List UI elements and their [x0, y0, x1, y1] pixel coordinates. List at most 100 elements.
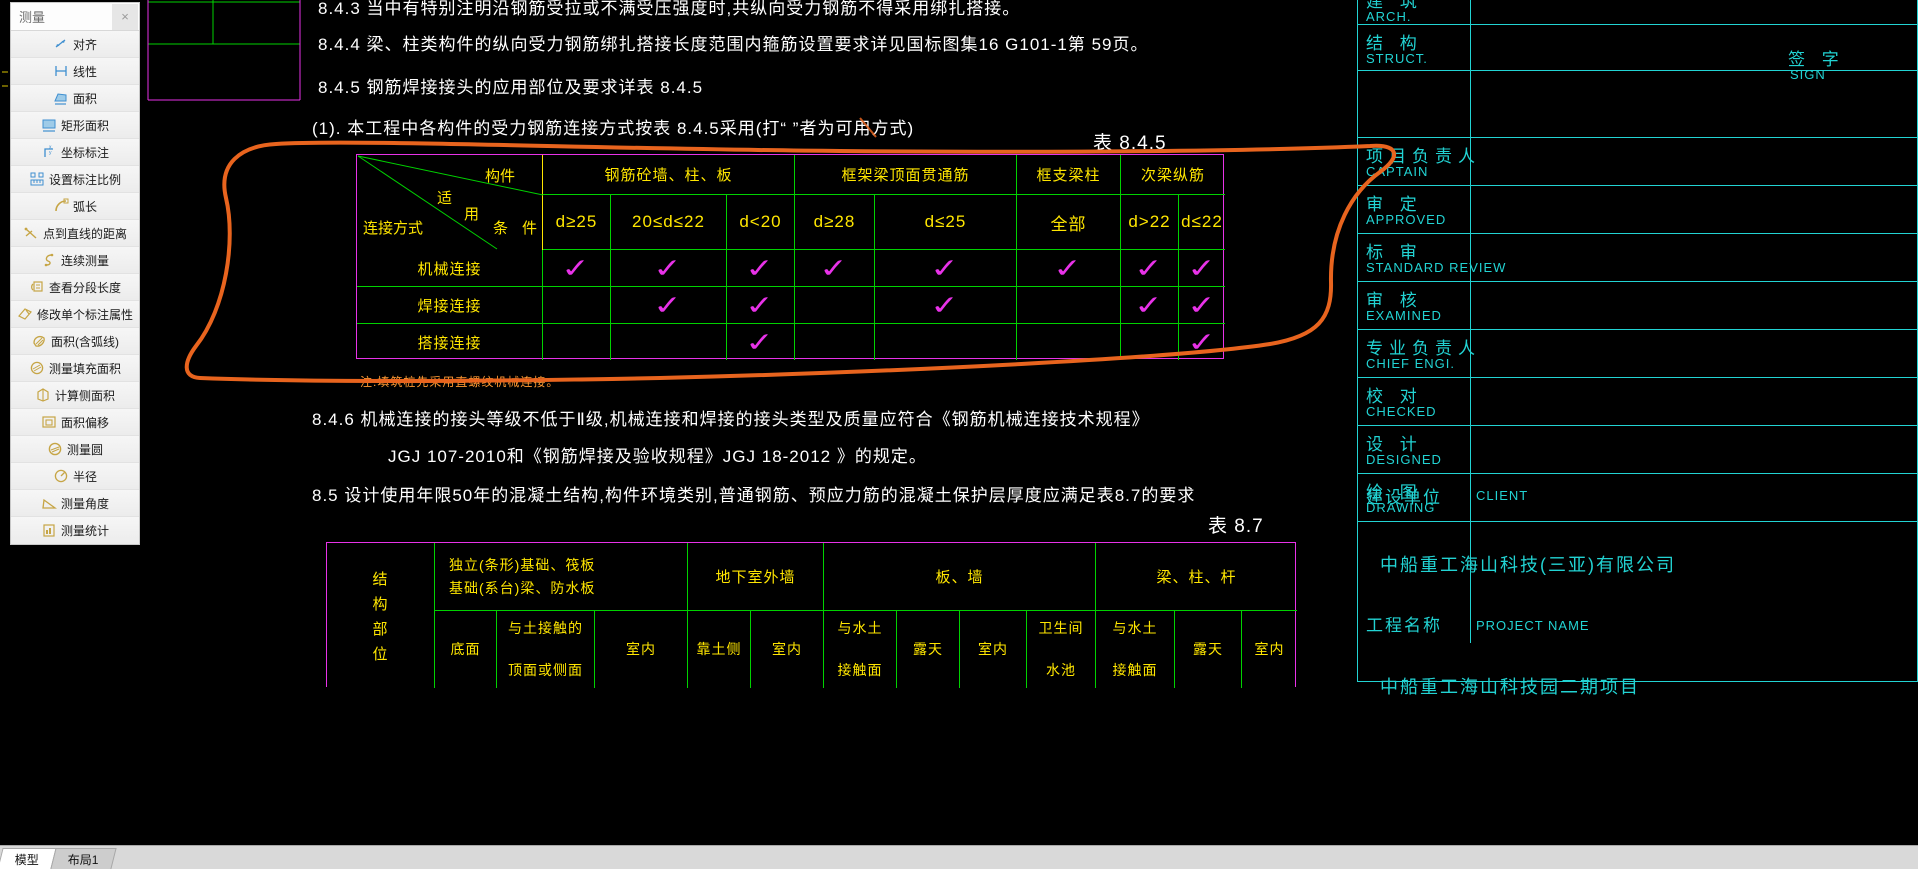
tab-label: 布局1	[67, 852, 99, 867]
tab-布局1[interactable]: 布局1	[50, 848, 117, 869]
t845-cell-r2-c0	[543, 324, 611, 360]
t87-group-header-0-line2: 基础(系台)梁、防水板	[449, 579, 596, 596]
t87-column-line: 室内	[1254, 641, 1285, 657]
title-block-sign-en: SIGN	[1790, 67, 1826, 82]
measure-item-修改单个标注属性[interactable]: 修改单个标注属性	[11, 301, 139, 328]
title-block-row-9	[1358, 426, 1918, 474]
t845-column-7: d≤22	[1179, 195, 1225, 250]
measure-item-测量填充面积[interactable]: 测量填充面积	[11, 355, 139, 382]
segment-length-icon	[29, 279, 45, 295]
measure-item-测量统计[interactable]: 测量统计	[11, 517, 139, 544]
t845-column-6: d>22	[1121, 195, 1179, 250]
measure-item-查看分段长度[interactable]: 查看分段长度	[11, 274, 139, 301]
t87-column-4: 室内	[751, 611, 824, 688]
t845-column-0: d≥25	[543, 195, 611, 250]
measure-item-面积(含弧线)[interactable]: 面积(含弧线)	[11, 328, 139, 355]
area-icon	[53, 90, 69, 106]
t845-cell-r1-c3	[795, 287, 875, 324]
t87-column-10: 露天	[1175, 611, 1242, 688]
cad-canvas[interactable]: 8.4.3 当中有特别注明沿钢筋受拉或不满受压强度时,共纵向受力钢筋不得采用绑扎…	[0, 0, 1918, 869]
t87-group-header-1: 地下室外墙	[688, 543, 824, 611]
measure-panel[interactable]: 测量 × 对齐 线性 面积 矩形面积 x y 坐标标注 设置标注比例弧长点到直线的距离 连续测量…	[10, 2, 140, 545]
measure-item-label: 测量填充面积	[48, 361, 121, 376]
title-block-label-en-9: DESIGNED	[1366, 452, 1442, 467]
measure-item-测量圆[interactable]: 测量圆	[11, 436, 139, 463]
check-icon: ✓	[743, 326, 778, 358]
paragraph-846-cont: JGJ 107-2010和《钢筋焊接及验收规程》JGJ 18-2012 》的规定…	[388, 447, 927, 466]
t87-column-line: 卫生间	[1038, 620, 1084, 636]
t87-column-line: 水池	[1046, 662, 1076, 678]
t845-corner-diagonals	[357, 155, 544, 250]
measure-item-测量角度[interactable]: 测量角度	[11, 490, 139, 517]
t845-cell-r0-c7: ✓	[1179, 250, 1225, 287]
t87-row-label-3: 位	[372, 645, 389, 663]
t87-row-label-0: 结	[372, 570, 389, 588]
t845-column-5: 全部	[1017, 195, 1121, 250]
title-block-label-en-5: STANDARD REVIEW	[1366, 260, 1507, 275]
check-icon: ✓	[817, 252, 852, 284]
t845-column-2: d<20	[727, 195, 795, 250]
table-87: 结 构 部 位 独立(条形)基础、筏板 基础(系台)梁、防水板 地下室外墙 板、…	[326, 542, 1297, 688]
measure-item-连续测量[interactable]: 连续测量	[11, 247, 139, 274]
measure-item-list[interactable]: 对齐 线性 面积 矩形面积 x y 坐标标注 设置标注比例弧长点到直线的距离 连续测量查看分段长…	[11, 31, 139, 544]
title-block-label-en-8: CHECKED	[1366, 404, 1437, 419]
t87-column-line: 接触面	[837, 662, 883, 678]
t87-column-line: 底面	[450, 641, 481, 657]
close-icon[interactable]: ×	[112, 3, 138, 30]
t845-group-header-2: 框支梁柱	[1017, 155, 1121, 195]
measure-item-面积偏移[interactable]: 面积偏移	[11, 409, 139, 436]
check-icon: ✓	[651, 252, 686, 284]
t845-cell-r2-c4	[875, 324, 1017, 360]
t87-column-11: 室内	[1242, 611, 1297, 688]
tab-label: 模型	[14, 852, 39, 867]
t87-group-header-2: 板、墙	[824, 543, 1096, 611]
measure-item-label: 弧长	[72, 199, 97, 214]
measure-item-面积[interactable]: 面积	[11, 85, 139, 112]
t845-cell-r2-c5	[1017, 324, 1121, 360]
paragraph-845-1: (1). 本工程中各构件的受力钢筋连接方式按表 8.4.5采用(打“ ”者为可用…	[312, 119, 915, 138]
edit-dimension-icon	[17, 306, 33, 322]
title-block-label-en-1: STRUCT.	[1366, 51, 1428, 66]
title-block-label-en-3: CAPTAIN	[1366, 164, 1429, 179]
project-label-en: PROJECT NAME	[1476, 618, 1590, 633]
t87-column-7: 室内	[960, 611, 1027, 688]
t845-cell-r0-c5: ✓	[1017, 250, 1121, 287]
measure-item-半径[interactable]: 半径	[11, 463, 139, 490]
tab-container[interactable]: 模型 布局1	[0, 848, 117, 869]
measure-panel-title: 测量	[19, 10, 46, 25]
t845-cell-r0-c6: ✓	[1121, 250, 1179, 287]
measure-item-label: 查看分段长度	[48, 280, 121, 295]
measure-item-坐标标注[interactable]: x y 坐标标注	[11, 139, 139, 166]
t87-group-header-3: 梁、柱、杆	[1096, 543, 1297, 611]
title-block: 建 筑 ARCH. 结 构 STRUCT. 项目负责人 CAPTAIN 审 定 APPROVE…	[1357, 0, 1918, 697]
measure-item-设置标注比例[interactable]: 设置标注比例	[11, 166, 139, 193]
measure-item-矩形面积[interactable]: 矩形面积	[11, 112, 139, 139]
project-label-cn: 工程名称	[1366, 616, 1442, 635]
measure-item-弧长[interactable]: 弧长	[11, 193, 139, 220]
title-block-label-en-0: ARCH.	[1366, 9, 1412, 24]
tab-模型[interactable]: 模型	[0, 848, 57, 869]
title-block-row-2	[1358, 71, 1918, 138]
t845-cell-r0-c3: ✓	[795, 250, 875, 287]
t87-column-5: 与水土 接触面	[824, 611, 897, 688]
check-icon: ✓	[559, 252, 594, 284]
t845-group-header-1: 框架梁顶面贯通筋	[795, 155, 1017, 195]
measure-item-label: 测量圆	[66, 442, 103, 457]
measure-item-计算侧面积[interactable]: 计算侧面积	[11, 382, 139, 409]
t845-column-1: 20≤d≤22	[611, 195, 727, 250]
paragraph-846: 8.4.6 机械连接的接头等级不低于Ⅱ级,机械连接和焊接的接头类型及质量应符合《…	[312, 410, 1150, 429]
title-block-row-0	[1358, 0, 1918, 25]
t845-cell-r1-c2: ✓	[727, 287, 795, 324]
check-icon: ✓	[1051, 252, 1086, 284]
t845-cell-r0-c1: ✓	[611, 250, 727, 287]
title-block-row-10	[1358, 474, 1918, 522]
t87-column-line: 与水土	[837, 620, 883, 636]
layout-tab-bar[interactable]: 模型 布局1	[0, 845, 1918, 869]
measure-item-点到直线的距离[interactable]: 点到直线的距离	[11, 220, 139, 247]
t845-row-label-1: 焊接连接	[357, 287, 543, 324]
measure-item-对齐[interactable]: 对齐	[11, 31, 139, 58]
measure-item-线性[interactable]: 线性	[11, 58, 139, 85]
check-icon: ✓	[1132, 289, 1167, 321]
t845-cell-r2-c1	[611, 324, 727, 360]
area-with-arc-icon	[31, 333, 47, 349]
